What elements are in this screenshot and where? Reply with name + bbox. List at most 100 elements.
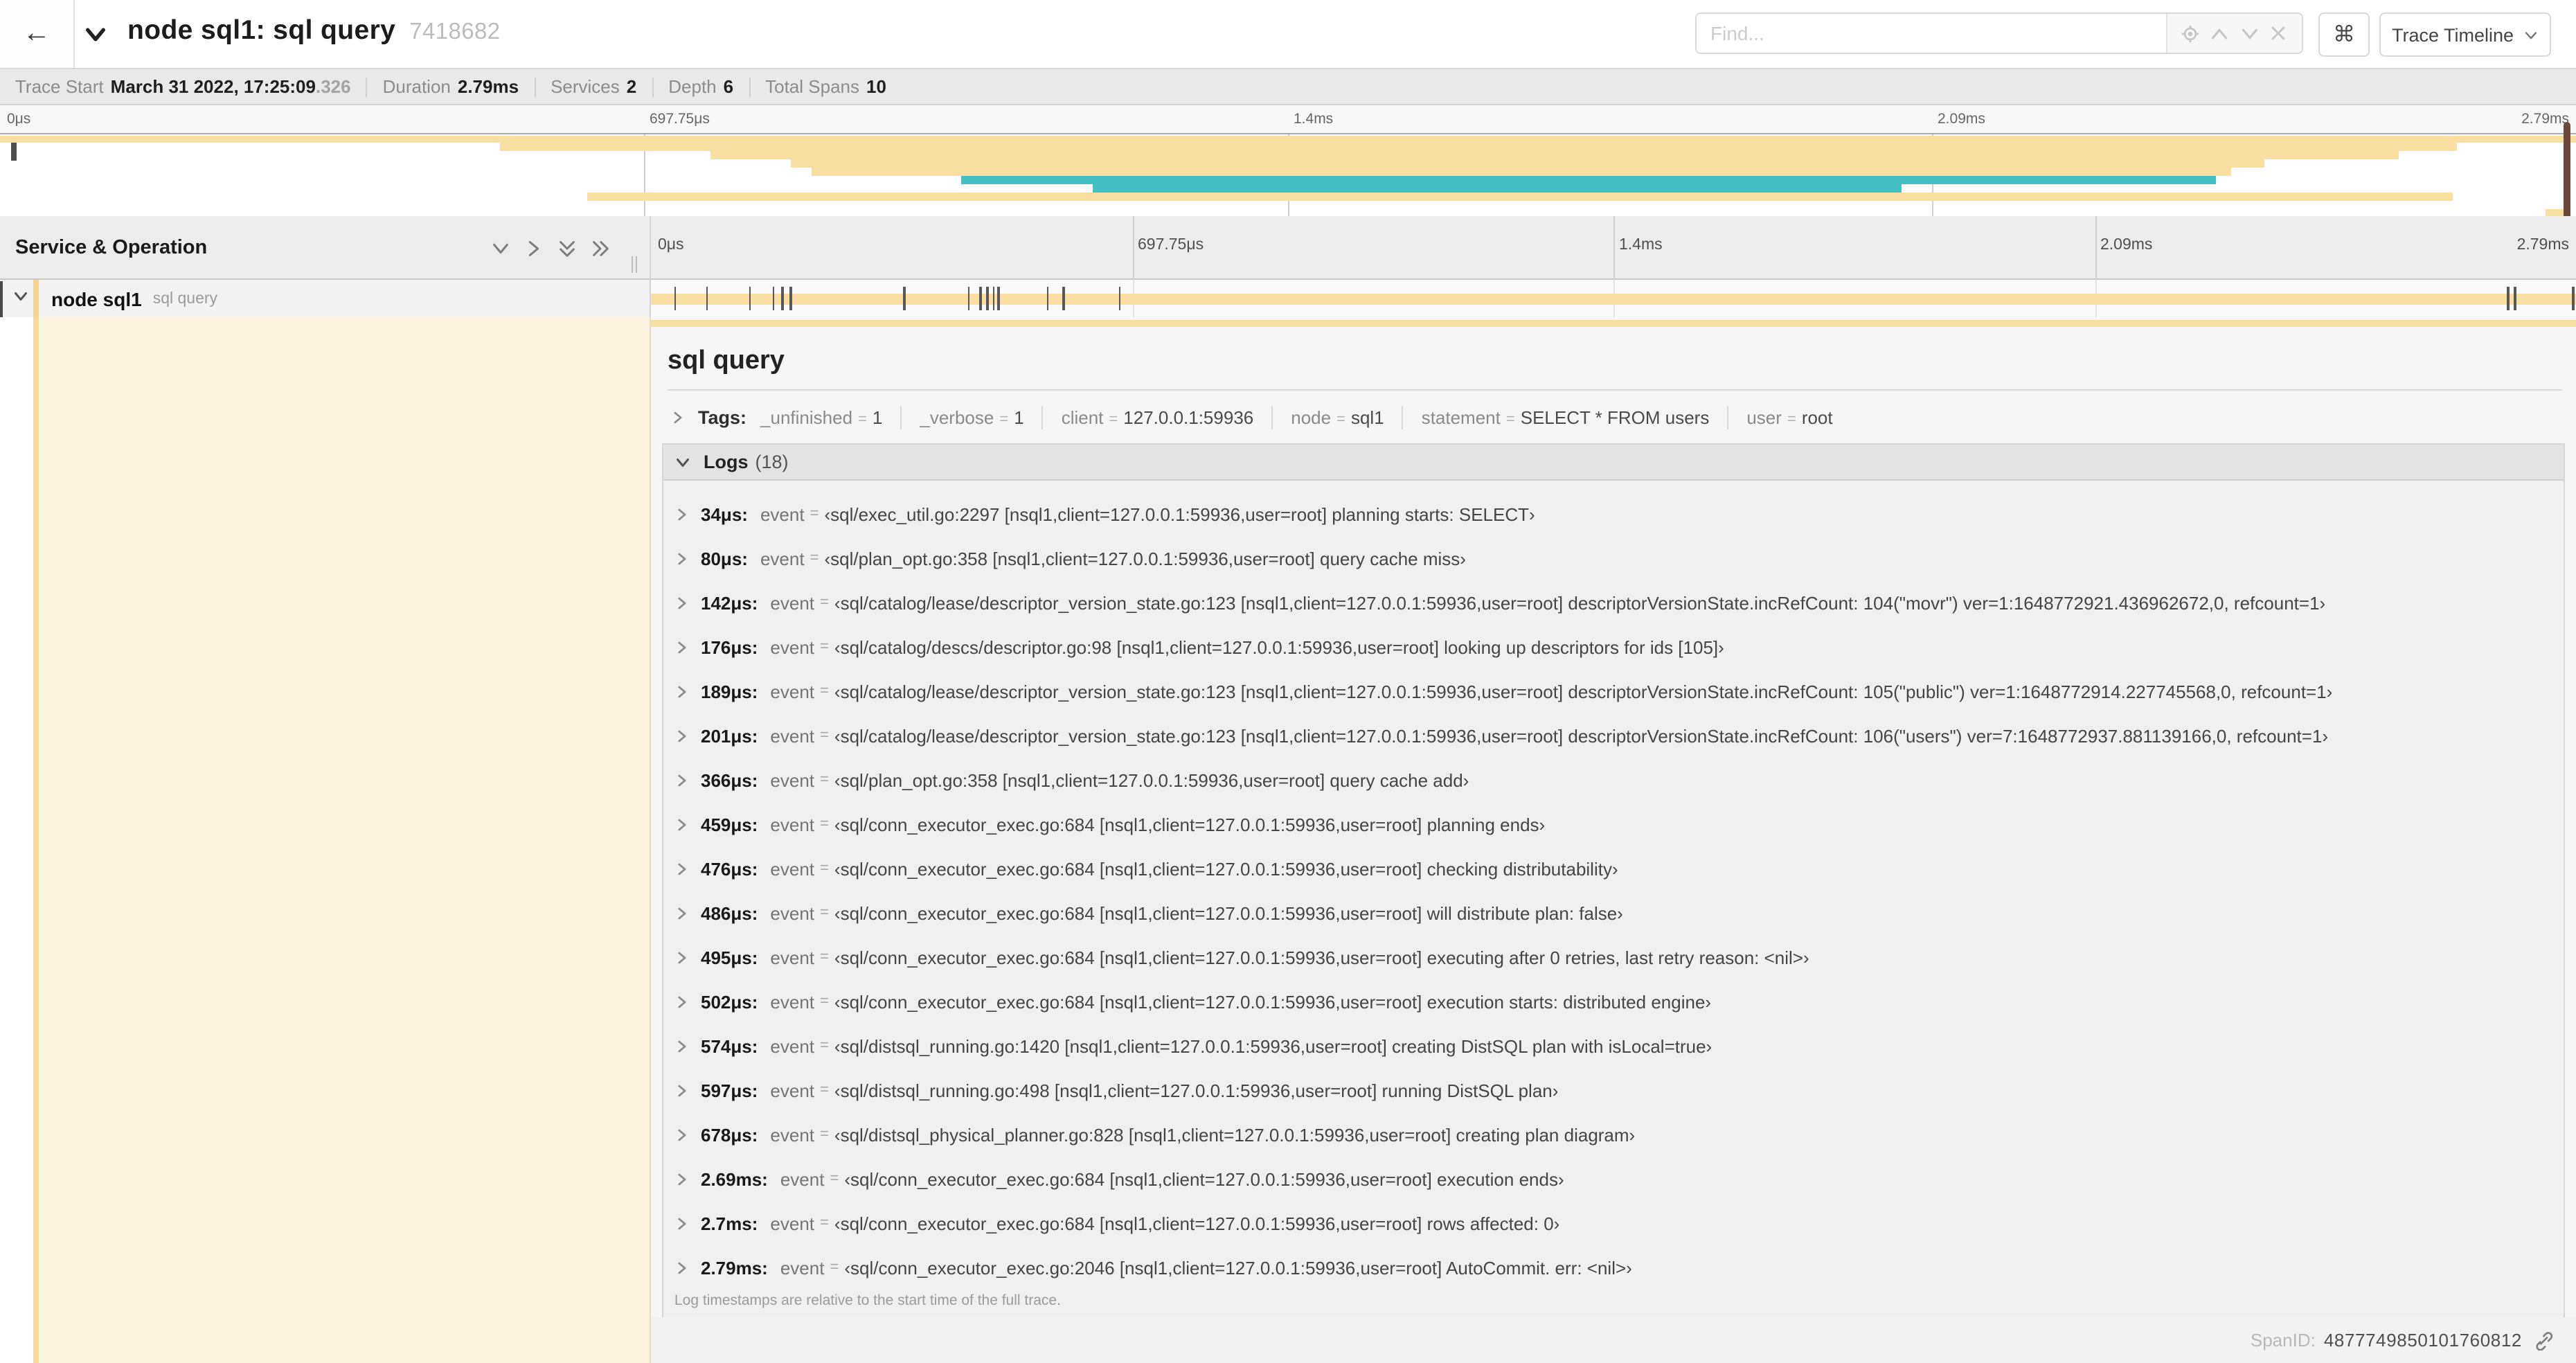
log-marker[interactable] — [992, 287, 995, 310]
log-field-value: ‹sql/conn_executor_exec.go:684 [nsql1,cl… — [834, 947, 1809, 968]
timeline-tick-label: 2.09ms — [2100, 237, 2153, 253]
clear-find-icon[interactable] — [2266, 21, 2291, 46]
log-row[interactable]: 486μs: event = ‹sql/conn_executor_exec.go:6… — [663, 891, 2564, 935]
vertical-scrollbar-thumb[interactable] — [2564, 122, 2570, 224]
span-collapse-icon[interactable] — [12, 286, 29, 311]
log-row[interactable]: 502μs: event = ‹sql/conn_executor_exec.go:6… — [663, 979, 2564, 1024]
log-expand-icon[interactable] — [674, 817, 690, 832]
log-row[interactable]: 80μs: event = ‹sql/plan_opt.go:358 [nsql1,c… — [663, 536, 2564, 580]
log-field-value: ‹sql/conn_executor_exec.go:684 [nsql1,cl… — [834, 858, 1618, 879]
log-expand-icon[interactable] — [674, 639, 690, 654]
log-expand-icon[interactable] — [674, 728, 690, 743]
log-expand-icon[interactable] — [674, 1260, 690, 1275]
log-row[interactable]: 678μs: event = ‹sql/distsql_physical_planne… — [663, 1112, 2564, 1157]
log-row[interactable]: 2.7ms: event = ‹sql/conn_executor_exec.go:6… — [663, 1201, 2564, 1245]
log-expand-icon[interactable] — [674, 551, 690, 566]
summary-separator-icon — [534, 77, 536, 96]
log-marker[interactable] — [789, 287, 792, 310]
log-row[interactable]: 459μs: event = ‹sql/conn_executor_exec.go:6… — [663, 802, 2564, 846]
logs-collapse-icon[interactable] — [674, 454, 691, 470]
find-prev-icon[interactable] — [2208, 21, 2233, 46]
log-row[interactable]: 366μs: event = ‹sql/plan_opt.go:358 [nsql1,… — [663, 758, 2564, 802]
view-selector-button[interactable]: Trace Timeline — [2379, 12, 2551, 57]
log-row[interactable]: 34μs: event = ‹sql/exec_util.go:2297 [nsql1… — [663, 492, 2564, 536]
log-marker[interactable] — [772, 287, 775, 310]
log-field-value: ‹sql/exec_util.go:2297 [nsql1,client=127… — [824, 504, 1535, 524]
expand-one-icon[interactable] — [524, 238, 544, 258]
collapse-one-icon[interactable] — [490, 238, 511, 258]
locate-span-icon[interactable] — [2178, 21, 2203, 46]
log-row[interactable]: 2.79ms: event = ‹sql/conn_executor_exec.go:… — [663, 1245, 2564, 1290]
top-bar: ← node sql1: sql query 7418682 Find... ⌘… — [0, 0, 2576, 68]
log-marker[interactable] — [997, 287, 1000, 310]
log-expand-icon[interactable] — [674, 1038, 690, 1053]
log-row[interactable]: 2.69ms: event = ‹sql/conn_executor_exec.go:… — [663, 1157, 2564, 1201]
log-marker[interactable] — [2507, 287, 2510, 310]
span-id-value: 4877749850101760812 — [2323, 1330, 2522, 1351]
log-expand-icon[interactable] — [674, 861, 690, 876]
log-equals: = — [820, 683, 829, 700]
log-timestamp: 366μs: — [701, 769, 758, 790]
log-expand-icon[interactable] — [674, 1171, 690, 1186]
keyboard-shortcuts-button[interactable]: ⌘ — [2318, 12, 2370, 57]
log-expand-icon[interactable] — [674, 684, 690, 699]
log-equals: = — [820, 993, 829, 1010]
command-icon: ⌘ — [2333, 24, 2355, 47]
log-equals: = — [830, 1259, 839, 1276]
log-expand-icon[interactable] — [674, 595, 690, 610]
log-expand-icon[interactable] — [674, 772, 690, 787]
log-expand-icon[interactable] — [674, 994, 690, 1009]
log-marker[interactable] — [674, 287, 677, 310]
log-marker[interactable] — [1062, 287, 1065, 310]
log-row[interactable]: 201μs: event = ‹sql/catalog/lease/descripto… — [663, 713, 2564, 758]
logs-header[interactable]: Logs (18) — [663, 445, 2564, 481]
log-equals: = — [810, 550, 819, 567]
log-expand-icon[interactable] — [674, 905, 690, 920]
log-row[interactable]: 176μs: event = ‹sql/catalog/descs/descripto… — [663, 625, 2564, 669]
find-ops — [2166, 14, 2302, 53]
log-expand-icon[interactable] — [674, 506, 690, 522]
log-row[interactable]: 189μs: event = ‹sql/catalog/lease/descripto… — [663, 669, 2564, 713]
log-marker[interactable] — [903, 287, 906, 310]
timeline-tick-label: 2.79ms — [2521, 111, 2569, 127]
tag-key: client — [1061, 407, 1104, 427]
tags-row[interactable]: Tags: _unfinished = 1 _verbose = 1 client = 127.… — [670, 404, 1833, 429]
log-row[interactable]: 495μs: event = ‹sql/conn_executor_exec.go:6… — [663, 935, 2564, 979]
log-row[interactable]: 476μs: event = ‹sql/conn_executor_exec.go:6… — [663, 846, 2564, 891]
summary-value: March 31 2022, 17:25:09 — [110, 76, 316, 97]
log-expand-icon[interactable] — [674, 950, 690, 965]
trace-collapse-toggle[interactable] — [83, 22, 108, 54]
log-marker[interactable] — [1046, 287, 1049, 310]
log-marker[interactable] — [967, 287, 970, 310]
collapse-all-icon[interactable] — [557, 238, 578, 258]
find-input[interactable] — [1697, 14, 2166, 53]
column-resize-handle[interactable] — [632, 256, 641, 273]
detail-row-left-panel[interactable] — [39, 317, 651, 1363]
timeline-minimap[interactable] — [0, 133, 2576, 217]
log-expand-icon[interactable] — [674, 1083, 690, 1098]
log-marker[interactable] — [706, 287, 708, 310]
back-button[interactable]: ← — [0, 0, 75, 68]
log-marker[interactable] — [986, 287, 989, 310]
log-row[interactable]: 597μs: event = ‹sql/distsql_running.go:498 … — [663, 1068, 2564, 1112]
log-expand-icon[interactable] — [674, 1127, 690, 1142]
log-marker[interactable] — [979, 287, 982, 310]
log-marker[interactable] — [2514, 287, 2516, 310]
log-expand-icon[interactable] — [674, 1215, 690, 1231]
span-row-label[interactable]: node sql1 sql query — [0, 280, 651, 317]
log-marker[interactable] — [2572, 287, 2575, 310]
log-row[interactable]: 574μs: event = ‹sql/distsql_running.go:1420… — [663, 1024, 2564, 1068]
span-duration-bar[interactable] — [651, 294, 2576, 305]
span-row-timeline[interactable] — [651, 280, 2576, 317]
chevron-down-icon — [86, 28, 105, 42]
deep-link-icon[interactable] — [2533, 1330, 2554, 1351]
find-next-icon[interactable] — [2237, 21, 2262, 46]
minimap-span-bar — [587, 192, 2453, 201]
log-marker[interactable] — [781, 287, 784, 310]
log-marker[interactable] — [1118, 287, 1121, 310]
tags-expand-icon[interactable] — [670, 409, 686, 425]
log-row[interactable]: 142μs: event = ‹sql/catalog/lease/descripto… — [663, 580, 2564, 625]
minimap-tick-labels: 0μs 697.75μs 1.4ms 2.09ms 2.79ms — [0, 111, 2576, 130]
expand-all-icon[interactable] — [590, 238, 611, 258]
log-marker[interactable] — [749, 287, 751, 310]
